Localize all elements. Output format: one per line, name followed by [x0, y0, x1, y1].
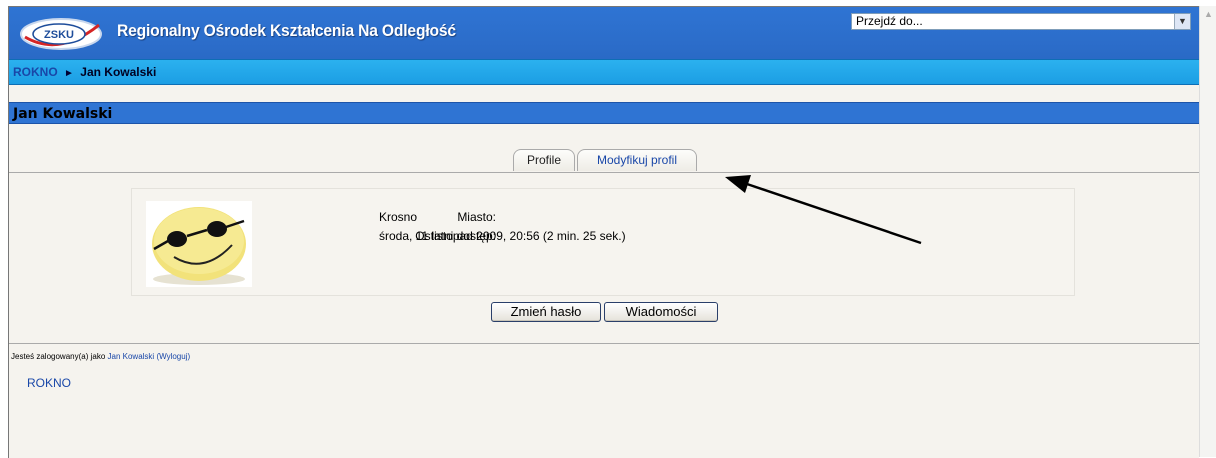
zsku-logo[interactable]: ZSKU	[19, 17, 107, 51]
tab-divider	[9, 172, 1199, 173]
vertical-scrollbar[interactable]: ▲	[1199, 6, 1216, 457]
smiley-sunglasses-icon	[146, 201, 252, 287]
footer-divider	[9, 343, 1199, 344]
profile-box: Miasto: Krosno Ostatni dostęp: środa, 11…	[131, 188, 1075, 296]
logout-link[interactable]: (Wyloguj)	[156, 352, 190, 361]
scroll-up-icon[interactable]: ▲	[1202, 8, 1215, 21]
breadcrumb: ROKNO ► Jan Kowalski	[9, 59, 1199, 85]
login-info: Jesteś zalogowany(a) jako Jan Kowalski (…	[11, 352, 190, 361]
page-title: Jan Kowalski	[9, 102, 1199, 124]
browser-page: ZSKU Regionalny Ośrodek Kształcenia Na O…	[8, 6, 1199, 458]
breadcrumb-current: Jan Kowalski	[80, 65, 157, 79]
chevron-down-icon[interactable]: ▼	[1174, 14, 1190, 29]
site-title: Regionalny Ośrodek Kształcenia Na Odległ…	[117, 21, 456, 40]
change-password-button[interactable]: Zmień hasło	[491, 302, 601, 322]
messages-button[interactable]: Wiadomości	[604, 302, 718, 322]
city-value: Krosno	[379, 210, 418, 224]
tab-edit-profile[interactable]: Modyfikuj profil	[577, 149, 697, 171]
svg-text:ZSKU: ZSKU	[44, 29, 74, 41]
tab-profile[interactable]: Profile	[513, 149, 575, 171]
login-info-prefix: Jesteś zalogowany(a) jako	[11, 352, 106, 361]
footer-home-link[interactable]: ROKNO	[27, 376, 71, 390]
jump-to-select[interactable]: Przejdź do... ▼	[851, 13, 1191, 30]
last-access-value: środa, 11 listopad 2009, 20:56 (2 min. 2…	[379, 229, 626, 243]
site-header: ZSKU Regionalny Ośrodek Kształcenia Na O…	[9, 7, 1199, 59]
breadcrumb-separator-icon: ►	[64, 68, 74, 79]
user-profile-link[interactable]: Jan Kowalski	[108, 352, 155, 361]
breadcrumb-home-link[interactable]: ROKNO	[13, 65, 58, 79]
jump-to-select-value: Przejdź do...	[856, 14, 923, 28]
